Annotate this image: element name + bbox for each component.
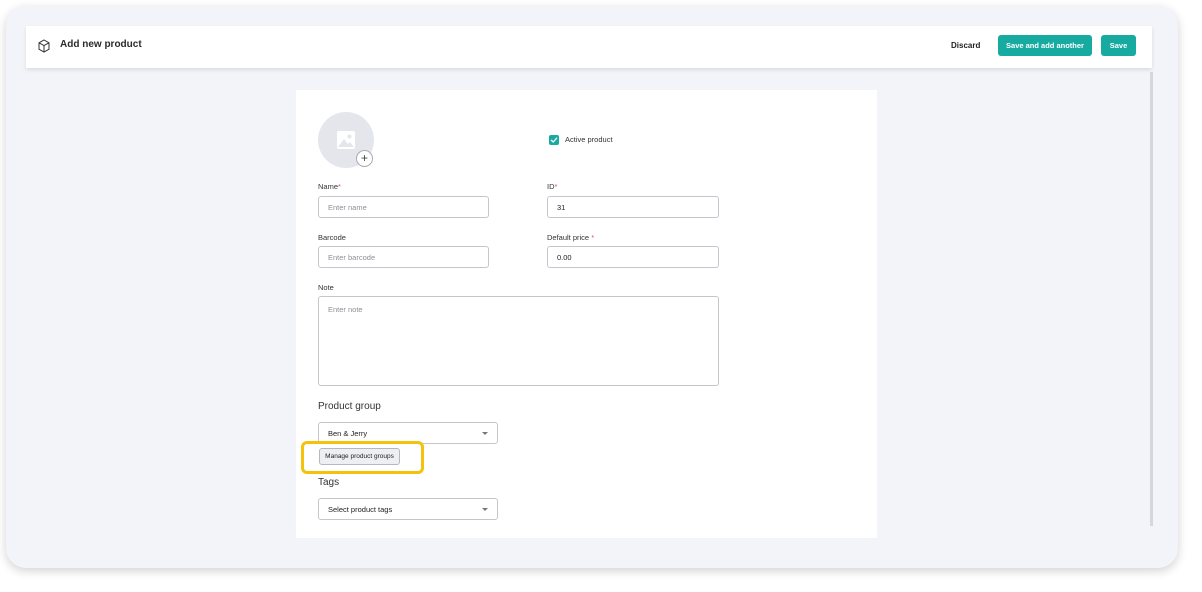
- page-title: Add new product: [60, 39, 142, 50]
- discard-button[interactable]: Discard: [951, 41, 980, 50]
- product-group-heading: Product group: [318, 401, 381, 412]
- name-label: Name*: [318, 182, 341, 191]
- active-product-checkbox[interactable]: [549, 135, 559, 145]
- add-image-button[interactable]: +: [356, 150, 373, 167]
- product-image-placeholder[interactable]: +: [318, 112, 374, 168]
- scrollbar[interactable]: [1150, 72, 1153, 526]
- name-placeholder: Enter name: [328, 202, 367, 212]
- active-product-label: Active product: [565, 135, 613, 144]
- save-button[interactable]: Save: [1101, 35, 1136, 56]
- barcode-label: Barcode: [318, 233, 346, 242]
- highlight-box: [301, 441, 424, 474]
- id-field[interactable]: 31: [547, 196, 719, 218]
- default-price-field[interactable]: 0.00: [547, 246, 719, 268]
- top-bar: Add new product Discard Save and add ano…: [26, 26, 1152, 68]
- note-label: Note: [318, 283, 334, 292]
- chevron-down-icon: [482, 508, 488, 511]
- id-value: 31: [557, 202, 566, 212]
- chevron-down-icon: [482, 432, 488, 435]
- tags-select[interactable]: Select product tags: [318, 498, 498, 520]
- default-price-value: 0.00: [557, 252, 572, 262]
- name-field[interactable]: Enter name: [318, 196, 489, 218]
- check-icon: [550, 137, 558, 143]
- app-window: Add new product Discard Save and add ano…: [6, 6, 1178, 568]
- barcode-field[interactable]: Enter barcode: [318, 246, 489, 268]
- id-label: ID*: [547, 182, 558, 191]
- tags-placeholder: Select product tags: [328, 504, 393, 514]
- box-icon: [38, 39, 50, 53]
- save-and-add-another-button[interactable]: Save and add another: [998, 35, 1092, 56]
- note-placeholder: Enter note: [328, 305, 363, 314]
- default-price-label: Default price *: [547, 233, 595, 242]
- note-textarea[interactable]: Enter note: [318, 296, 719, 386]
- tags-heading: Tags: [318, 477, 340, 488]
- image-icon: [337, 131, 355, 149]
- barcode-placeholder: Enter barcode: [328, 252, 376, 262]
- product-group-value: Ben & Jerry: [328, 428, 368, 438]
